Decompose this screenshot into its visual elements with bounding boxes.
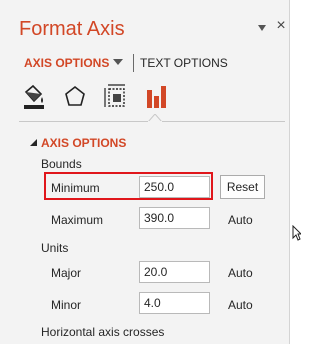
chevron-down-icon[interactable]	[113, 59, 123, 65]
minimum-label: Minimum	[51, 181, 100, 195]
maximum-label: Maximum	[51, 213, 104, 227]
minor-input[interactable]: 4.0	[139, 292, 210, 314]
bounds-label: Bounds	[41, 157, 82, 171]
major-auto-label: Auto	[228, 266, 253, 280]
tab-divider	[133, 54, 134, 72]
format-axis-pane: Format Axis × AXIS OPTIONS TEXT OPTIONS …	[0, 0, 289, 344]
paint-bucket-icon[interactable]	[22, 84, 46, 110]
minor-label: Minor	[51, 298, 82, 312]
units-label: Units	[41, 241, 69, 255]
cursor-icon	[292, 225, 301, 241]
collapse-triangle-icon[interactable]	[30, 139, 37, 146]
maximum-auto-label: Auto	[228, 213, 253, 227]
major-label: Major	[51, 266, 82, 280]
section-title-axis-options[interactable]: AXIS OPTIONS	[41, 136, 126, 150]
dropdown-triangle-icon[interactable]	[258, 25, 266, 31]
size-properties-icon[interactable]	[104, 84, 128, 110]
bar-chart-icon[interactable]	[145, 84, 169, 110]
pentagon-icon[interactable]	[63, 84, 87, 110]
horizontal-axis-crosses-label: Horizontal axis crosses	[41, 325, 165, 339]
tab-text-options[interactable]: TEXT OPTIONS	[140, 56, 228, 70]
pane-title: Format Axis	[19, 18, 125, 40]
worksheet-edge	[289, 0, 300, 344]
close-icon[interactable]: ×	[275, 18, 287, 34]
minimum-input[interactable]: 250.0	[139, 176, 210, 198]
minimum-reset-button[interactable]: Reset	[220, 175, 265, 199]
maximum-input[interactable]: 390.0	[139, 207, 210, 229]
minor-auto-label: Auto	[228, 298, 253, 312]
active-category-pointer	[148, 114, 162, 122]
tab-axis-options[interactable]: AXIS OPTIONS	[24, 56, 109, 70]
major-input[interactable]: 20.0	[139, 261, 210, 283]
